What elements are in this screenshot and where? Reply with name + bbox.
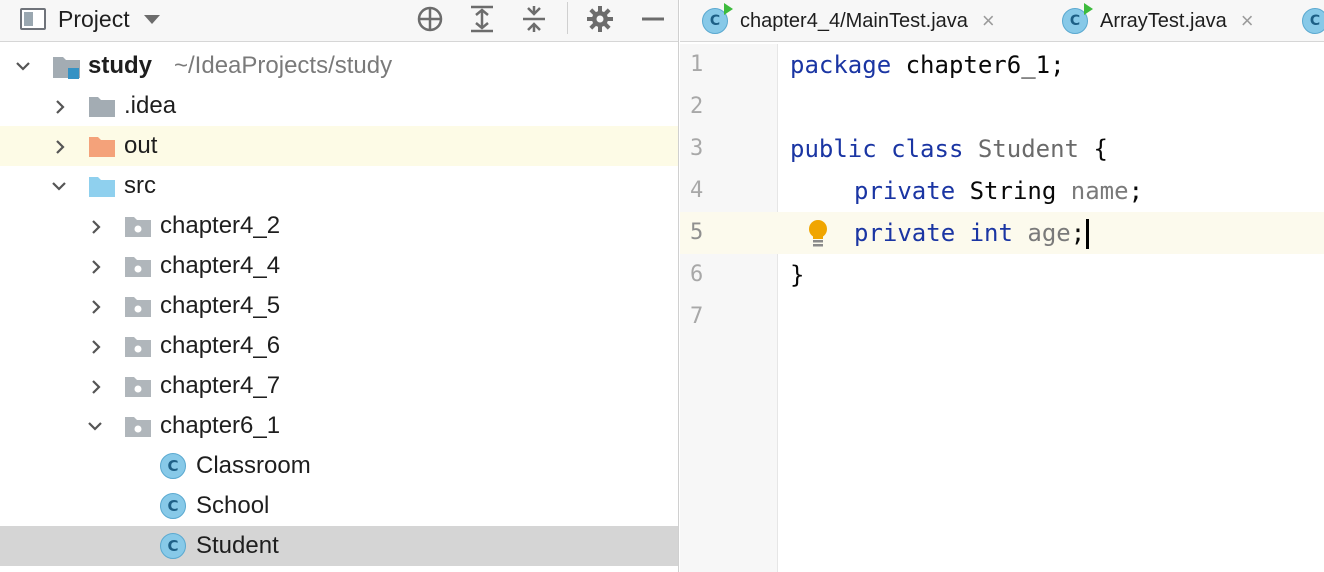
code-line[interactable]: 2 xyxy=(680,86,1324,128)
tree-node-out[interactable]: out xyxy=(0,126,678,166)
package-icon xyxy=(124,215,152,244)
line-number: 4 xyxy=(690,178,704,203)
line-number: 2 xyxy=(690,94,704,119)
tree-label-chapter6_1: chapter6_1 xyxy=(160,412,281,439)
chevron-right-icon[interactable] xyxy=(89,339,103,354)
chevron-right-icon[interactable] xyxy=(53,99,67,114)
tab-overflow[interactable]: C xyxy=(1302,0,1324,42)
line-number: 3 xyxy=(690,136,704,161)
code-line[interactable]: 4 private String name; xyxy=(680,170,1324,212)
tree-node-src[interactable]: src xyxy=(0,166,678,206)
project-panel-header: Project xyxy=(0,0,678,42)
project-tool-window: Project study ~/IdeaProjects/study .idea… xyxy=(0,0,679,572)
tree-label-study: study xyxy=(88,52,153,79)
lightbulb-icon[interactable] xyxy=(807,219,829,249)
project-path-hint: ~/IdeaProjects/study xyxy=(174,52,393,79)
chevron-down-icon[interactable] xyxy=(15,59,30,73)
package-icon xyxy=(124,375,152,404)
close-icon[interactable]: × xyxy=(1241,8,1254,34)
java-class-icon: C xyxy=(160,533,186,559)
code-editor: C chapter4_4/MainTest.java × C ArrayTest… xyxy=(680,0,1324,572)
package-icon xyxy=(124,295,152,324)
tree-node-chapter4_6[interactable]: chapter4_6 xyxy=(0,326,678,366)
tree-label-chapter4_4: chapter4_4 xyxy=(160,252,281,279)
code-line[interactable]: 7 xyxy=(680,296,1324,338)
code-line[interactable]: 1 package chapter6_1; xyxy=(680,44,1324,86)
chevron-right-icon[interactable] xyxy=(89,379,103,394)
tree-node-student[interactable]: C Student xyxy=(0,526,678,566)
line-number: 5 xyxy=(690,220,704,245)
chevron-right-icon[interactable] xyxy=(89,299,103,314)
package-icon xyxy=(124,335,152,364)
tree-node-school[interactable]: C School xyxy=(0,486,678,526)
tree-node-chapter4_2[interactable]: chapter4_2 xyxy=(0,206,678,246)
tree-node-chapter4_7[interactable]: chapter4_7 xyxy=(0,366,678,406)
tree-label-chapter4_6: chapter4_6 xyxy=(160,332,281,359)
excluded-folder-icon xyxy=(88,135,116,164)
code-text: } xyxy=(790,261,805,289)
gear-icon[interactable] xyxy=(585,4,615,34)
tree-node-idea[interactable]: .idea xyxy=(0,86,678,126)
package-icon xyxy=(124,255,152,284)
header-divider xyxy=(567,2,568,34)
chevron-right-icon[interactable] xyxy=(53,139,67,154)
project-tree: study ~/IdeaProjects/study .idea out src… xyxy=(0,46,678,566)
chevron-down-icon[interactable] xyxy=(87,419,102,433)
line-number: 1 xyxy=(690,52,704,77)
line-number: 6 xyxy=(690,262,704,287)
chevron-right-icon[interactable] xyxy=(89,259,103,274)
collapse-all-icon[interactable] xyxy=(519,4,549,34)
chevron-down-icon[interactable] xyxy=(143,14,160,24)
code-line-current[interactable]: 5 private int age; xyxy=(680,212,1324,254)
module-folder-icon xyxy=(52,54,82,85)
tree-label-student: Student xyxy=(196,532,279,559)
tree-label-classroom: Classroom xyxy=(196,452,311,479)
hide-icon[interactable] xyxy=(638,4,668,34)
locate-icon[interactable] xyxy=(415,4,445,34)
code-text: public class Student { xyxy=(790,135,1108,163)
editor-tab-bar: C chapter4_4/MainTest.java × C ArrayTest… xyxy=(680,0,1324,42)
code-text: package chapter6_1; xyxy=(790,51,1065,79)
expand-all-icon[interactable] xyxy=(467,4,497,34)
tab-label: chapter4_4/MainTest.java xyxy=(740,9,968,32)
code-text: private String name; xyxy=(854,177,1144,205)
java-class-runnable-icon: C xyxy=(1062,3,1093,34)
project-panel-title: Project xyxy=(58,5,130,32)
tree-label-chapter4_2: chapter4_2 xyxy=(160,212,281,239)
folder-icon xyxy=(88,95,116,124)
tab-label: ArrayTest.java xyxy=(1100,9,1227,32)
tree-node-chapter4_4[interactable]: chapter4_4 xyxy=(0,246,678,286)
line-number: 7 xyxy=(690,304,704,329)
tree-label-out: out xyxy=(124,132,158,159)
tab-maintest[interactable]: C chapter4_4/MainTest.java × xyxy=(702,0,995,42)
code-line[interactable]: 3 public class Student { xyxy=(680,128,1324,170)
java-class-icon: C xyxy=(160,453,186,479)
tab-arraytest[interactable]: C ArrayTest.java × xyxy=(1062,0,1254,42)
code-line[interactable]: 6 } xyxy=(680,254,1324,296)
tree-label-chapter4_7: chapter4_7 xyxy=(160,372,281,399)
java-class-runnable-icon: C xyxy=(1302,8,1324,34)
tree-node-chapter6_1[interactable]: chapter6_1 xyxy=(0,406,678,446)
project-view-selector[interactable]: Project xyxy=(20,5,160,33)
tree-node-study[interactable]: study ~/IdeaProjects/study xyxy=(0,46,678,86)
tree-label-src: src xyxy=(124,172,156,199)
chevron-down-icon[interactable] xyxy=(51,179,66,193)
package-icon xyxy=(124,415,152,444)
tree-node-classroom[interactable]: C Classroom xyxy=(0,446,678,486)
source-folder-icon xyxy=(88,175,116,204)
project-window-icon xyxy=(20,8,46,30)
java-class-runnable-icon: C xyxy=(702,3,733,34)
chevron-right-icon[interactable] xyxy=(89,219,103,234)
code-text: private int age; xyxy=(854,212,1090,254)
tree-label-school: School xyxy=(196,492,270,519)
text-caret xyxy=(1086,219,1090,249)
close-icon[interactable]: × xyxy=(982,8,995,34)
java-class-icon: C xyxy=(160,493,186,519)
tree-label-idea: .idea xyxy=(124,92,177,119)
tree-node-chapter4_5[interactable]: chapter4_5 xyxy=(0,286,678,326)
tree-label-chapter4_5: chapter4_5 xyxy=(160,292,281,319)
